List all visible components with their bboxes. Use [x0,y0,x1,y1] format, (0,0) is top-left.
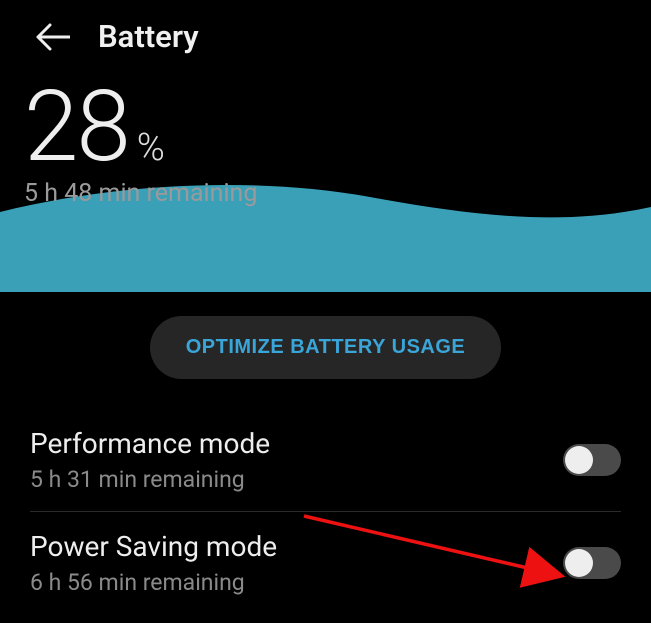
page-title: Battery [98,18,199,55]
performance-mode-toggle[interactable] [563,444,621,476]
performance-mode-sub: 5 h 31 min remaining [30,466,270,493]
toggle-knob [565,446,593,474]
battery-percent-value: 28 [24,83,129,171]
power-saving-mode-row[interactable]: Power Saving mode 6 h 56 min remaining [0,512,651,614]
power-saving-mode-sub: 6 h 56 min remaining [30,569,277,596]
power-saving-mode-title: Power Saving mode [30,530,277,563]
performance-mode-row[interactable]: Performance mode 5 h 31 min remaining [0,409,651,511]
battery-percent-symbol: % [137,126,165,170]
toggle-knob [565,549,593,577]
battery-remaining-text: 5 h 48 min remaining [24,179,651,208]
battery-summary: 28 % 5 h 48 min remaining [0,65,651,208]
optimize-battery-button[interactable]: OPTIMIZE BATTERY USAGE [150,316,502,379]
power-saving-mode-toggle[interactable] [563,547,621,579]
performance-mode-title: Performance mode [30,427,270,460]
header: Battery [0,0,651,65]
mode-list: Performance mode 5 h 31 min remaining Po… [0,409,651,614]
back-arrow-icon[interactable] [36,23,70,51]
